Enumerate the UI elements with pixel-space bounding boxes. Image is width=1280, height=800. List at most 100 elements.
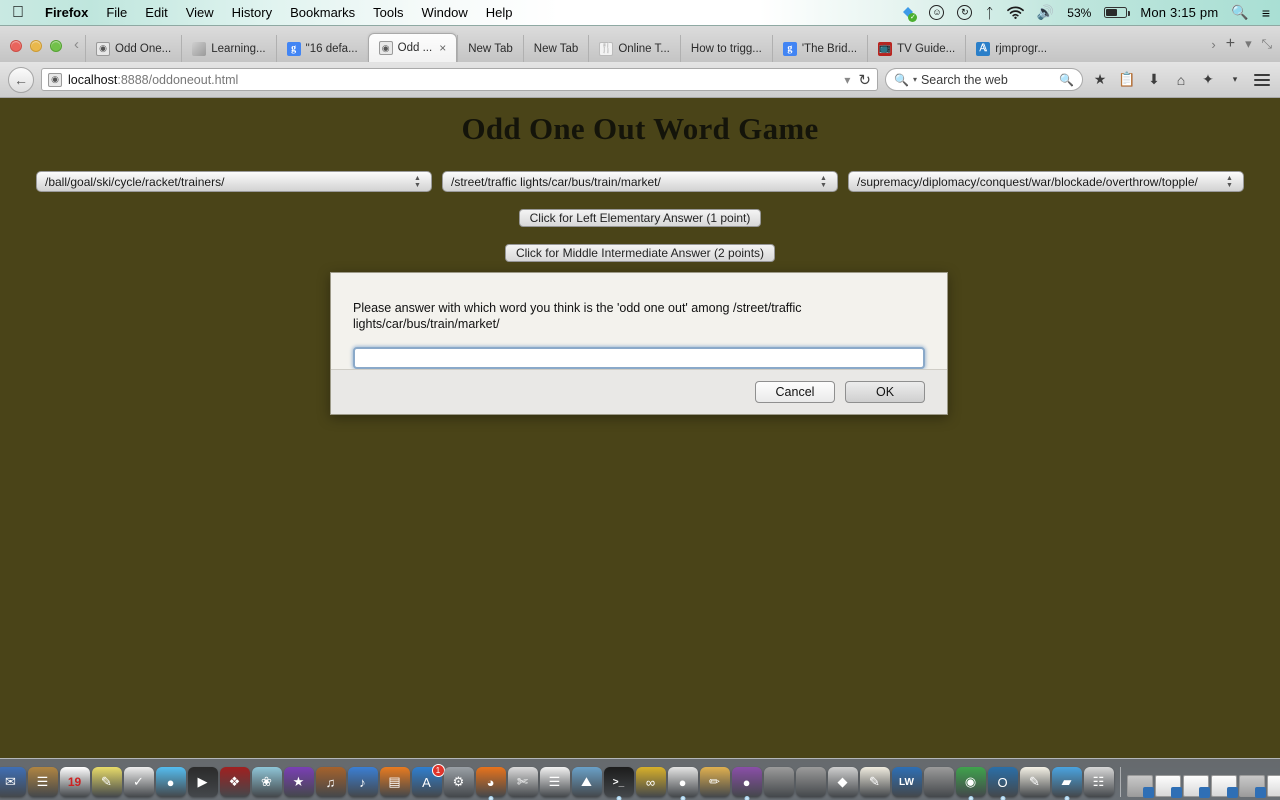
dock-icon-sphere-app[interactable]: ● [667, 767, 698, 797]
tab-scroll-right-button[interactable]: › [1211, 37, 1215, 52]
menu-item-tools[interactable]: Tools [364, 5, 412, 20]
dock-icon-messages[interactable]: ● [155, 767, 186, 797]
dock-icon-firefox[interactable]: ◕ [475, 767, 506, 797]
tab-rjmprogramming[interactable]: 𝔸 rjmprogr... [965, 35, 1057, 62]
battery-icon[interactable] [1104, 7, 1131, 18]
dock-icon-app-store[interactable]: A1 [411, 764, 445, 797]
select-middle-word-group[interactable]: /street/traffic lights/car/bus/train/mar… [442, 171, 838, 192]
dock-icon-calendar[interactable]: 19 [59, 767, 90, 797]
tab-the-brid[interactable]: g 'The Brid... [771, 35, 867, 62]
tab-16-defa[interactable]: g "16 defa... [275, 35, 368, 62]
dock-icon-terminal[interactable]: >_ [603, 767, 634, 797]
search-icon[interactable]: 🔍 [1231, 4, 1248, 22]
overflow-chevron-icon[interactable]: ▾ [1225, 69, 1245, 91]
clock[interactable]: Mon 3:15 pm [1140, 5, 1218, 20]
dock-icon-facetime[interactable]: ▶ [187, 767, 218, 797]
menu-item-file[interactable]: File [97, 5, 136, 20]
tab-how-to-trigger[interactable]: How to trigg... [679, 35, 772, 62]
minimized-window-3[interactable] [1182, 775, 1210, 798]
search-input[interactable]: Search the web [921, 73, 1055, 87]
menu-item-help[interactable]: Help [477, 5, 522, 20]
dock-icon-keynote-app[interactable]: ◆ [827, 767, 858, 797]
dock-icon-livewriter[interactable]: LW [891, 767, 922, 797]
dock-icon-iphoto[interactable]: ❀ [251, 767, 282, 797]
select-right-word-group[interactable]: /supremacy/diplomacy/conquest/war/blocka… [848, 171, 1244, 192]
search-bar[interactable]: 🔍 ▾ Search the web 🔍 [885, 68, 1083, 91]
minimized-window-1[interactable] [1126, 775, 1154, 798]
chevron-down-icon[interactable]: ▾ [913, 75, 917, 84]
home-icon[interactable]: ⌂ [1171, 69, 1191, 91]
list-all-tabs-button[interactable]: ▾ [1245, 36, 1252, 52]
new-tab-button[interactable]: + [1226, 35, 1235, 53]
dock-icon-sketch-app[interactable]: ✎ [859, 767, 890, 797]
url-bar[interactable]: ◉ localhost:8888/oddoneout.html ▾ ↻ [41, 68, 878, 91]
dock-icon-gray-app-3[interactable] [923, 767, 954, 797]
menu-item-window[interactable]: Window [413, 5, 477, 20]
dock-icon-document-app[interactable]: ✎ [1019, 767, 1050, 797]
ok-button[interactable]: OK [845, 380, 925, 403]
select-left-word-group[interactable]: /ball/goal/ski/cycle/racket/trainers/ ▲ ▼ [36, 171, 432, 192]
tab-learning[interactable]: Learning... [181, 35, 275, 62]
site-identity-icon[interactable]: ◉ [48, 72, 62, 87]
menu-item-history[interactable]: History [223, 5, 281, 20]
middle-intermediate-answer-button[interactable]: Click for Middle Intermediate Answer (2 … [504, 244, 776, 262]
tab-new-tab-2[interactable]: New Tab [522, 35, 589, 62]
dock-icon-itunes[interactable]: ♪ [347, 767, 378, 797]
reload-icon[interactable]: ↻ [858, 71, 871, 89]
fullscreen-icon[interactable]: ⤡ [1262, 36, 1272, 52]
menu-item-firefox[interactable]: Firefox [36, 5, 97, 20]
reader-icon[interactable]: 📋 [1117, 69, 1137, 91]
dock-icon-gray-app-1[interactable] [763, 767, 794, 797]
zoom-window-button[interactable] [50, 40, 62, 52]
prompt-input[interactable] [353, 346, 925, 369]
apple-icon[interactable]:  [12, 4, 24, 21]
minimize-window-button[interactable] [30, 40, 42, 52]
dropbox-icon[interactable]: ✓ [900, 4, 918, 22]
tab-odd-one-active[interactable]: ◉ Odd ... × [367, 33, 458, 62]
chevron-down-icon[interactable]: ▾ [844, 73, 850, 87]
dock-icon-blue-folder-app[interactable]: ▰ [1051, 767, 1082, 797]
dock-icon-chrome[interactable]: ◉ [955, 767, 986, 797]
notification-center-icon[interactable]: ≡ [1262, 4, 1270, 22]
minimized-window-4[interactable] [1210, 775, 1238, 798]
back-button[interactable]: ← [8, 66, 34, 93]
menu-item-bookmarks[interactable]: Bookmarks [281, 5, 364, 20]
minimized-window-5[interactable] [1238, 775, 1266, 798]
dock-icon-notes[interactable]: ✎ [91, 767, 122, 797]
hamburger-icon[interactable] [1252, 69, 1272, 91]
dock-icon-opera[interactable]: O [987, 767, 1018, 797]
dock-icon-textedit[interactable]: ☰ [539, 767, 570, 797]
dock-icon-preview[interactable]: ✄ [507, 767, 538, 797]
tab-scroll-left-button[interactable]: ‹ [72, 36, 85, 62]
close-icon[interactable]: × [439, 41, 446, 55]
accessibility-icon[interactable]: ☺ [929, 5, 945, 20]
search-submit-icon[interactable]: 🔍 [1059, 73, 1074, 87]
dock-icon-gray-doc-app[interactable]: ☷ [1083, 767, 1114, 797]
time-machine-icon[interactable]: ↻ [957, 5, 973, 20]
plugin-icon[interactable]: ✦ [1198, 69, 1218, 91]
volume-icon[interactable]: 🔊 [1037, 4, 1054, 22]
bluetooth-icon[interactable]: ᛏ [985, 4, 993, 22]
tab-new-tab-1[interactable]: New Tab [457, 35, 523, 62]
dock-icon-garageband[interactable]: ♫ [315, 767, 346, 797]
tab-odd-one-1[interactable]: ◉ Odd One... [85, 35, 181, 62]
dock-icon-photos-app[interactable]: ⛰ [571, 767, 602, 797]
dock-icon-contacts[interactable]: ☰ [27, 767, 58, 797]
menu-item-view[interactable]: View [177, 5, 223, 20]
dock-icon-purple-app[interactable]: ● [731, 767, 762, 797]
downloads-icon[interactable]: ⬇ [1144, 69, 1164, 91]
wifi-icon[interactable] [1006, 4, 1024, 22]
dock-icon-ibooks[interactable]: ▤ [379, 767, 410, 797]
minimized-window-6[interactable] [1266, 775, 1280, 797]
dock-icon-mail[interactable]: ✉ [0, 767, 26, 797]
dock-icon-kompozer[interactable]: ∞ [635, 767, 666, 797]
dock-icon-paint-app[interactable]: ✏ [699, 767, 730, 797]
dock-icon-reminders[interactable]: ✓ [123, 767, 154, 797]
dock-icon-imovie[interactable]: ★ [283, 767, 314, 797]
menu-item-edit[interactable]: Edit [136, 5, 176, 20]
tab-tv-guide[interactable]: 📺 TV Guide... [867, 35, 965, 62]
dock-icon-photo-booth[interactable]: ❖ [219, 767, 250, 797]
dock-icon-system-preferences[interactable]: ⚙ [443, 767, 474, 797]
left-elementary-answer-button[interactable]: Click for Left Elementary Answer (1 poin… [518, 209, 762, 227]
tab-online-t[interactable]: 🍴 Online T... [588, 35, 680, 62]
